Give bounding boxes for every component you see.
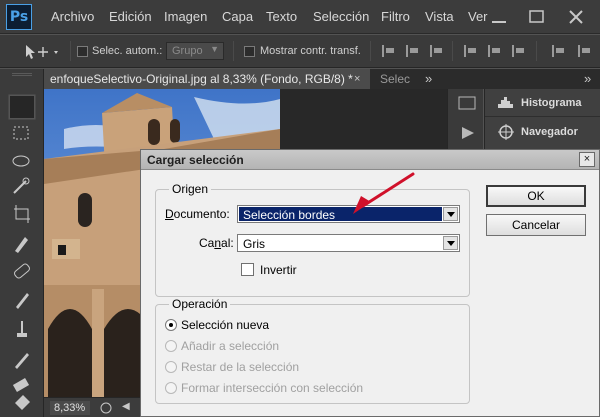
dialog-title-bar: Cargar selección ×: [141, 150, 599, 170]
panel-label-histogram: Histograma: [521, 97, 582, 109]
brush-tool-icon: [16, 293, 29, 309]
cancel-button[interactable]: Cancelar: [486, 214, 586, 236]
actions-panel-icon: [462, 127, 474, 139]
panel-item-navigator[interactable]: Navegador: [485, 118, 600, 146]
panel-label-navigator: Navegador: [521, 126, 578, 138]
options-bar: Selec. autom.: Grupo ▼ Mostrar contr. tr…: [0, 35, 600, 68]
distribute-right-icon[interactable]: [578, 45, 592, 57]
marquee-tool-icon: [13, 126, 29, 140]
menu-edicion[interactable]: Edición: [109, 9, 152, 24]
move-tool-button[interactable]: [9, 95, 35, 119]
document-tab-second[interactable]: Selec: [380, 72, 410, 86]
panel-collapse-icon[interactable]: »: [584, 71, 591, 86]
load-selection-dialog: Cargar selección × Origen Documento: Sel…: [140, 149, 600, 417]
status-info-icon[interactable]: [100, 402, 112, 414]
menu-ventana[interactable]: Ver: [468, 9, 488, 24]
menu-archivo[interactable]: Archivo: [51, 9, 94, 24]
invert-checkbox[interactable]: [241, 263, 254, 276]
document-tab-active[interactable]: enfoqueSelectivo-Original.jpg al 8,33% (…: [44, 69, 370, 89]
radio-label-subtract-selection: Restar de la selección: [181, 360, 300, 374]
healing-brush-tool-icon: [14, 263, 30, 279]
radio-subtract-selection[interactable]: [165, 361, 177, 373]
show-transform-checkbox[interactable]: [244, 46, 255, 57]
paint-bucket-tool-icon: [15, 395, 30, 410]
document-tab-title: enfoqueSelectivo-Original.jpg al 8,33% (…: [50, 72, 353, 86]
auto-select-group-dropdown[interactable]: Grupo ▼: [166, 42, 224, 60]
distribute-left-icon[interactable]: [552, 45, 566, 57]
menu-seleccion[interactable]: Selección: [313, 9, 369, 24]
panel-dock: Histograma Navegador: [484, 89, 600, 151]
photoshop-logo: Ps: [6, 4, 32, 30]
radio-label-new-selection: Selección nueva: [181, 318, 270, 332]
channel-select-value: Gris: [243, 237, 265, 251]
history-panel-icon: [458, 96, 476, 110]
tab-close-button[interactable]: ×: [354, 73, 360, 85]
distribute-top-icon[interactable]: [464, 45, 478, 57]
annotation-arrow-icon: [353, 172, 415, 214]
menu-bar: Ps Archivo Edición Imagen Capa Texto Sel…: [0, 0, 600, 34]
dialog-title: Cargar selección: [147, 153, 244, 167]
lasso-tool-icon: [12, 155, 30, 167]
minimize-icon: [492, 21, 506, 23]
dialog-close-button[interactable]: ×: [579, 152, 595, 167]
menu-texto[interactable]: Texto: [266, 9, 297, 24]
auto-select-label: Selec. autom.:: [92, 45, 163, 57]
tab-overflow-icon[interactable]: »: [425, 71, 432, 86]
toolbox: [0, 69, 44, 417]
maximize-icon: [529, 10, 544, 23]
distribute-middle-icon[interactable]: [488, 45, 502, 57]
menu-filtro[interactable]: Filtro: [381, 9, 410, 24]
align-right-icon[interactable]: [430, 45, 444, 57]
collapsed-panel-dock: [447, 89, 483, 151]
radio-label-intersect-selection: Formar intersección con selección: [181, 381, 364, 395]
radio-label-add-selection: Añadir a selección: [181, 339, 280, 353]
chevron-down-icon: [443, 207, 458, 221]
document-label: Documento:: [165, 207, 230, 221]
distribute-bottom-icon[interactable]: [512, 45, 526, 57]
histogram-icon: [498, 97, 513, 108]
group-dropdown-value: Grupo: [172, 45, 203, 57]
invert-label: Invertir: [260, 263, 297, 277]
menu-imagen[interactable]: Imagen: [164, 9, 207, 24]
tool-icons: [8, 94, 36, 410]
auto-select-checkbox[interactable]: [77, 46, 88, 57]
ok-button[interactable]: OK: [486, 185, 586, 207]
history-brush-tool-icon: [15, 353, 29, 369]
status-arrow-icon[interactable]: ◀: [122, 401, 130, 412]
channel-label: Canal:: [199, 236, 234, 250]
radio-intersect-selection[interactable]: [165, 382, 177, 394]
zoom-level-field[interactable]: 8,33%: [50, 401, 90, 415]
channel-select[interactable]: Gris: [237, 234, 460, 252]
eraser-tool-icon: [12, 378, 30, 392]
menu-capa[interactable]: Capa: [222, 9, 253, 24]
origin-legend: Origen: [169, 182, 212, 196]
menu-vista[interactable]: Vista: [425, 9, 454, 24]
radio-add-selection[interactable]: [165, 340, 177, 352]
document-tab-bar: enfoqueSelectivo-Original.jpg al 8,33% (…: [44, 69, 600, 89]
align-left-icon[interactable]: [382, 45, 396, 57]
eyedropper-tool-icon: [15, 237, 28, 253]
window-controls: [492, 10, 583, 24]
navigator-icon: [498, 124, 514, 140]
document-select-value: Selección bordes: [243, 208, 336, 222]
operation-legend: Operación: [169, 297, 231, 311]
chevron-down-icon: [443, 236, 458, 250]
radio-new-selection[interactable]: [165, 319, 177, 331]
clone-stamp-tool-icon: [17, 321, 27, 337]
panel-item-histogram[interactable]: Histograma: [485, 89, 600, 117]
align-center-icon[interactable]: [406, 45, 420, 57]
move-tool-preset-icon[interactable]: [22, 43, 62, 61]
close-icon: [569, 10, 583, 24]
crop-tool-icon: [14, 205, 30, 223]
show-transform-label: Mostrar contr. transf.: [260, 45, 361, 57]
chevron-down-icon: ▼: [210, 44, 219, 54]
